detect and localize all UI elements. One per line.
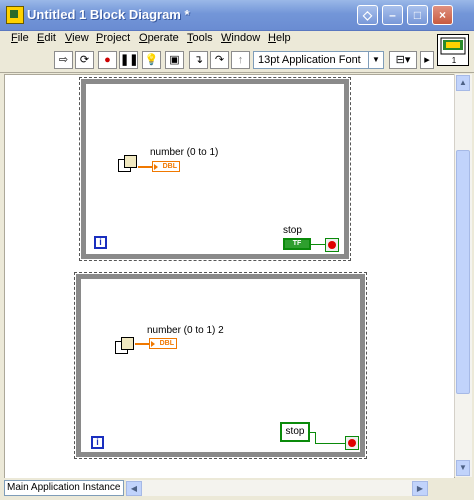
loop-condition-icon[interactable]	[345, 436, 359, 450]
distribute-icon[interactable]: ▸	[420, 51, 434, 69]
random-number-icon[interactable]	[118, 155, 137, 173]
vi-icon-pane[interactable]: 1	[437, 34, 469, 66]
menu-view[interactable]: View	[65, 32, 89, 44]
scroll-up-icon[interactable]: ▲	[456, 75, 470, 91]
numeric-wire[interactable]	[138, 166, 152, 168]
run-vi-icon[interactable]: ◇	[357, 5, 378, 25]
vi-icon-number: 1	[452, 56, 457, 65]
run-arrow-icon[interactable]: ⇨	[54, 51, 73, 69]
block-diagram-window: Untitled 1 Block Diagram * ◇ – □ × File …	[0, 0, 474, 500]
random-number-icon[interactable]	[115, 337, 134, 355]
run-continuously-icon[interactable]: ⟳	[75, 51, 94, 69]
iteration-terminal[interactable]: i	[94, 236, 107, 249]
step-out-icon[interactable]: ↑	[231, 51, 250, 69]
highlight-execution-icon[interactable]: 💡	[142, 51, 161, 69]
menu-project[interactable]: Project	[96, 32, 130, 44]
block-diagram-canvas[interactable]: number (0 to 1) DBL i stop TF number (0 …	[4, 74, 455, 479]
maximize-button[interactable]: □	[407, 5, 428, 25]
loop-condition-icon[interactable]	[325, 238, 339, 252]
scroll-left-icon[interactable]: ◀	[126, 481, 142, 496]
dbl-indicator-terminal[interactable]: DBL	[149, 338, 177, 349]
labview-vi-icon	[6, 6, 24, 24]
random-number-label[interactable]: number (0 to 1)	[150, 147, 218, 158]
random-number-label[interactable]: number (0 to 1) 2	[147, 325, 224, 336]
title-bar[interactable]: Untitled 1 Block Diagram * ◇ – □ ×	[0, 0, 474, 31]
while-loop-1[interactable]: number (0 to 1) DBL i stop TF	[79, 77, 351, 261]
toolbar: ⇨ ⟳ ● ❚❚ 💡 ▣ ↴ ↷ ↑ 13pt Application Font…	[0, 48, 474, 73]
boolean-wire-horizontal[interactable]	[315, 443, 345, 444]
boolean-wire[interactable]	[311, 244, 325, 245]
step-into-icon[interactable]: ↴	[189, 51, 208, 69]
horizontal-scrollbar[interactable]: ◀ ▶	[126, 480, 428, 496]
vi-connector-icon: 1	[440, 37, 466, 65]
scroll-right-icon[interactable]: ▶	[412, 481, 428, 496]
numeric-wire[interactable]	[135, 343, 149, 345]
pause-icon[interactable]: ❚❚	[119, 51, 138, 69]
menu-operate[interactable]: Operate	[139, 32, 179, 44]
iteration-terminal[interactable]: i	[91, 436, 104, 449]
stop-label[interactable]: stop	[283, 225, 302, 236]
font-dropdown[interactable]: 13pt Application Font ▼	[253, 51, 384, 69]
status-bar: Main Application Instance ◀ ▶	[0, 478, 474, 500]
chevron-down-icon: ▼	[368, 52, 383, 68]
stop-boolean-terminal[interactable]: TF	[283, 238, 311, 250]
align-icon[interactable]: ⊟▾	[389, 51, 417, 69]
retain-wire-values-icon[interactable]: ▣	[165, 51, 184, 69]
menu-tools[interactable]: Tools	[187, 32, 213, 44]
abort-icon[interactable]: ●	[98, 51, 117, 69]
window-title: Untitled 1 Block Diagram *	[27, 7, 190, 22]
menu-edit[interactable]: Edit	[37, 32, 56, 44]
close-button[interactable]: ×	[432, 5, 453, 25]
vertical-scroll-thumb[interactable]	[456, 150, 470, 394]
menu-file[interactable]: File	[11, 32, 29, 44]
dbl-indicator-terminal[interactable]: DBL	[152, 161, 180, 172]
vertical-scrollbar[interactable]: ▲ ▼	[454, 74, 472, 477]
step-over-icon[interactable]: ↷	[210, 51, 229, 69]
application-instance-field[interactable]: Main Application Instance	[4, 480, 124, 496]
menu-help[interactable]: Help	[268, 32, 291, 44]
font-dropdown-value: 13pt Application Font	[258, 54, 361, 66]
menu-bar: File Edit View Project Operate Tools Win…	[0, 31, 474, 47]
minimize-button[interactable]: –	[382, 5, 403, 25]
scroll-down-icon[interactable]: ▼	[456, 460, 470, 476]
while-loop-2[interactable]: number (0 to 1) 2 DBL i stop	[74, 272, 367, 459]
stop-button-control[interactable]: stop	[280, 422, 310, 442]
menu-window[interactable]: Window	[221, 32, 260, 44]
